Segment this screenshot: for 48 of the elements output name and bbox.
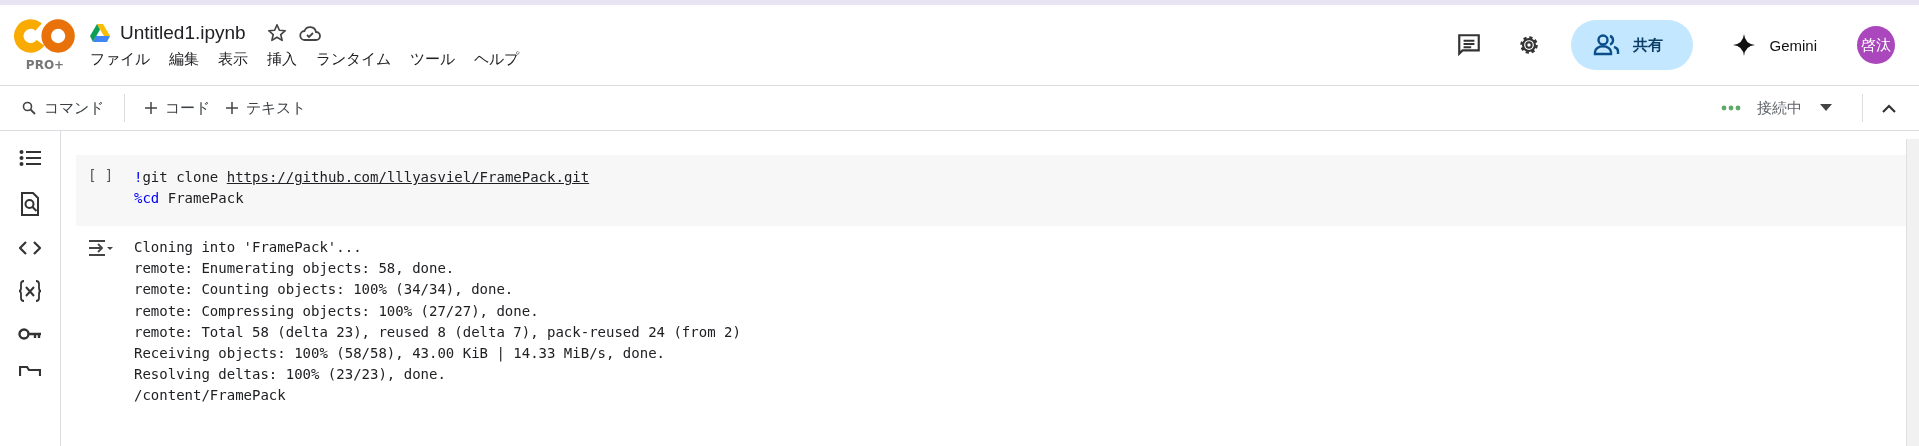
variables-icon[interactable] <box>18 280 42 302</box>
output-line: remote: Total 58 (delta 23), reused 8 (delta 7), pack-reused 24 (from 2) <box>134 322 741 342</box>
collapse-icon[interactable] <box>1881 103 1897 113</box>
plan-label: PRO+ <box>25 58 65 72</box>
menu-item[interactable]: 表示 <box>218 49 248 69</box>
command-button[interactable]: コマンド <box>14 98 112 118</box>
output-line: remote: Compressing objects: 100% (27/27), done. <box>134 301 540 321</box>
output-toggle-icon[interactable] <box>88 239 114 257</box>
plus-icon <box>145 102 157 114</box>
comment-icon[interactable] <box>1456 32 1483 58</box>
output-line: remote: Enumerating objects: 58, done. <box>134 259 456 279</box>
avatar[interactable]: 啓汰 <box>1857 26 1895 64</box>
key-icon[interactable] <box>18 327 42 341</box>
run-prompt[interactable]: [ ] <box>88 167 134 214</box>
sparkle-icon <box>1733 34 1756 56</box>
connection-status[interactable]: 接続中 <box>1749 98 1810 118</box>
output-line: Resolving deltas: 100% (23/23), done. <box>134 365 447 385</box>
menu-item[interactable]: 挿入 <box>267 49 297 69</box>
output-line: Cloning into 'FramePack'... <box>134 238 363 257</box>
people-icon <box>1593 34 1622 56</box>
status-dots-icon <box>1721 105 1741 111</box>
output-line: remote: Counting objects: 100% (34/34), done. <box>134 280 515 300</box>
scrollbar[interactable] <box>1906 139 1919 446</box>
code-icon[interactable] <box>19 241 41 255</box>
menu-item[interactable]: ツール <box>410 49 455 69</box>
output-line: /content/FramePack <box>134 386 287 406</box>
add-code-button[interactable]: コード <box>137 98 218 118</box>
logo-icon <box>14 18 76 54</box>
folder-icon[interactable] <box>19 366 41 376</box>
star-icon[interactable] <box>265 21 288 44</box>
notebook-title[interactable]: Untitled1.ipynb <box>120 21 246 44</box>
drive-icon <box>90 23 110 42</box>
menu-item[interactable]: ファイル <box>90 49 150 69</box>
find-icon[interactable] <box>20 192 40 216</box>
code-line: !git clone https://github.com/lllyasviel/FramePack.git <box>134 168 590 187</box>
menu-item[interactable]: ランタイム <box>316 49 391 69</box>
gemini-button[interactable]: Gemini <box>1723 34 1827 56</box>
share-button[interactable]: 共有 <box>1571 20 1694 70</box>
code-cell[interactable]: [ ] !git clone https://github.com/lllyasviel/FramePack.git %cd FramePack <box>76 155 1906 226</box>
list-icon[interactable] <box>19 149 41 167</box>
menu-item[interactable]: 編集 <box>169 49 199 69</box>
add-text-button[interactable]: テキスト <box>218 98 314 118</box>
output-line: Receiving objects: 100% (58/58), 43.00 KiB | 14.33 MiB/s, done. <box>134 344 666 364</box>
search-icon <box>22 101 36 115</box>
dropdown-icon[interactable] <box>1820 104 1832 112</box>
code-line: %cd FramePack <box>134 189 245 208</box>
plus-icon <box>226 102 238 114</box>
menu-item[interactable]: ヘルプ <box>474 49 519 69</box>
